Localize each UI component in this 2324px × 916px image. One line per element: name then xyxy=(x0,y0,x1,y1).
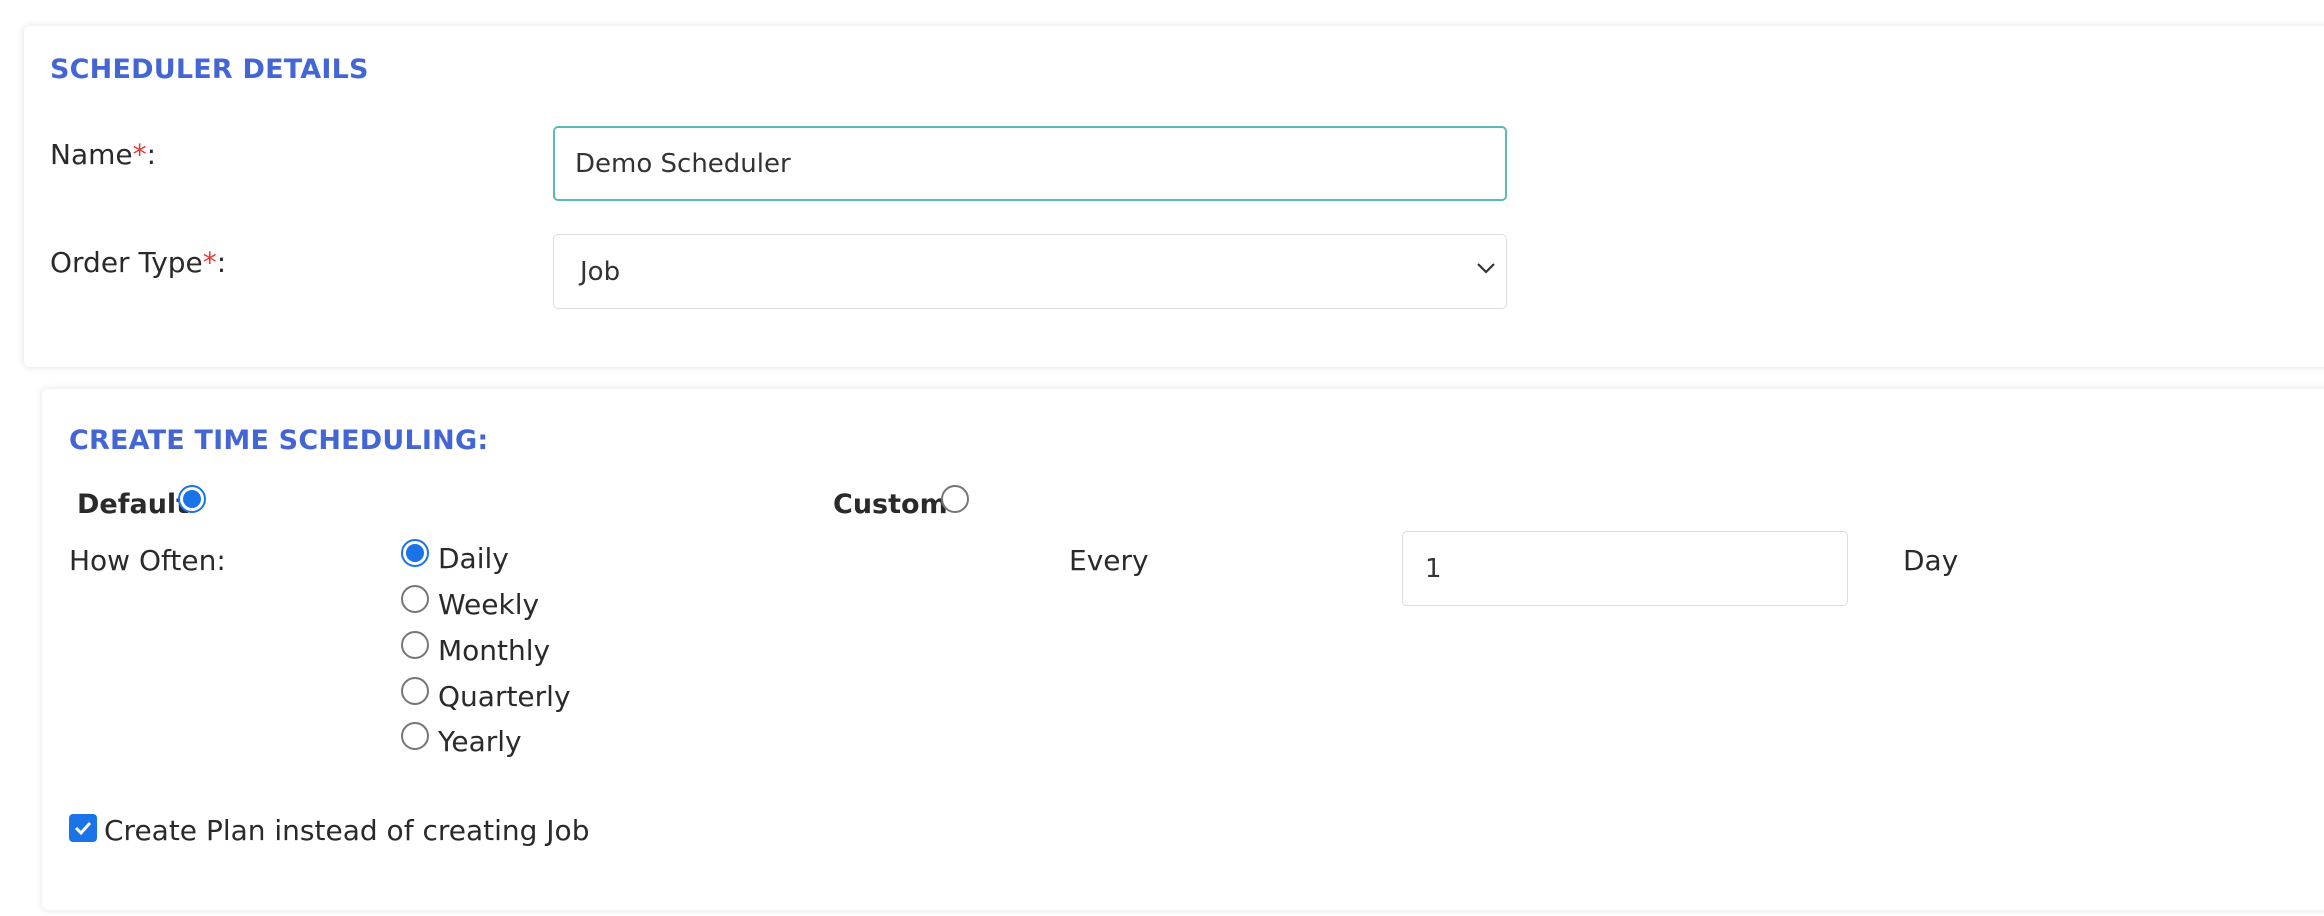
chevron-down-icon xyxy=(1477,263,1495,274)
frequency-radio-quarterly[interactable] xyxy=(401,677,429,705)
name-required-mark: * xyxy=(132,138,147,171)
default-option-label: Default xyxy=(77,489,190,520)
order-type-label: Order Type*: xyxy=(50,246,226,279)
frequency-label-daily: Daily xyxy=(438,542,509,575)
frequency-label-yearly: Yearly xyxy=(438,725,522,758)
custom-option-radio[interactable] xyxy=(941,485,969,513)
how-often-label: How Often: xyxy=(69,544,226,577)
default-option-radio[interactable] xyxy=(178,485,206,513)
frequency-label-quarterly: Quarterly xyxy=(438,680,571,713)
order-type-colon: : xyxy=(216,246,227,279)
name-colon: : xyxy=(146,138,157,171)
time-scheduling-card: CREATE TIME SCHEDULING: Default Custom H… xyxy=(42,389,2324,910)
frequency-radio-daily[interactable] xyxy=(401,539,429,567)
every-interval-input[interactable] xyxy=(1402,531,1848,606)
scheduler-details-title: SCHEDULER DETAILS xyxy=(50,54,369,85)
checkmark-icon xyxy=(74,821,92,836)
frequency-label-weekly: Weekly xyxy=(438,588,540,621)
every-label: Every xyxy=(1069,544,1149,577)
order-type-selected-value: Job xyxy=(580,257,621,287)
custom-option-label: Custom xyxy=(833,489,948,520)
create-plan-checkbox[interactable] xyxy=(69,814,97,842)
name-label: Name*: xyxy=(50,138,156,171)
frequency-label-monthly: Monthly xyxy=(438,634,551,667)
scheduler-details-card: SCHEDULER DETAILS Name*: Order Type*: Jo… xyxy=(24,26,2324,367)
time-scheduling-title: CREATE TIME SCHEDULING: xyxy=(69,425,489,456)
order-type-required-mark: * xyxy=(202,246,217,279)
frequency-radio-weekly[interactable] xyxy=(401,585,429,613)
name-label-text: Name xyxy=(50,138,133,171)
create-plan-label: Create Plan instead of creating Job xyxy=(104,814,590,847)
name-input[interactable] xyxy=(553,126,1507,201)
order-type-select[interactable]: Job xyxy=(553,234,1507,309)
frequency-radio-monthly[interactable] xyxy=(401,631,429,659)
interval-unit-label: Day xyxy=(1903,544,1959,577)
frequency-radio-yearly[interactable] xyxy=(401,722,429,750)
order-type-label-text: Order Type xyxy=(50,246,203,279)
